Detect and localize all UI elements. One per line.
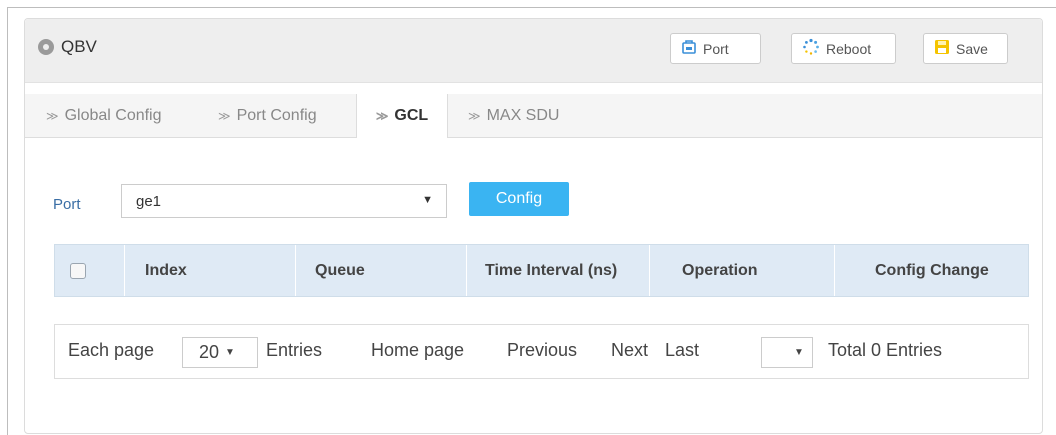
location-pin-icon (38, 39, 54, 55)
column-header-index[interactable]: Index (125, 245, 296, 296)
chevron-right-icon: ≫ (218, 108, 231, 123)
qbv-panel: QBV Port Reboot Save ≫ Global Config ≫ P… (24, 18, 1043, 434)
tab-port-config[interactable]: ≫ Port Config (218, 94, 317, 137)
dropdown-arrow-icon: ▼ (225, 347, 235, 358)
dropdown-arrow-icon: ▼ (794, 347, 804, 358)
page-size-value: 20 (199, 342, 220, 362)
page-number-select[interactable]: ▼ (761, 337, 813, 368)
chevron-right-icon: ≫ (375, 109, 389, 123)
column-header-config-change[interactable]: Config Change (835, 245, 1028, 296)
chevron-right-icon: ≫ (468, 108, 481, 123)
tab-label: MAX SDU (486, 106, 560, 124)
tab-max-sdu[interactable]: ≫ MAX SDU (468, 94, 559, 137)
config-button[interactable]: Config (469, 182, 569, 216)
next-link[interactable]: Next (611, 340, 648, 361)
tab-label: Port Config (236, 106, 317, 124)
save-button-label: Save (956, 40, 988, 57)
floppy-disk-icon (934, 39, 950, 58)
select-all-checkbox[interactable] (70, 262, 86, 279)
tab-label: Global Config (64, 106, 162, 124)
total-entries-label: Total 0 Entries (828, 340, 943, 360)
entries-label: Entries (266, 340, 323, 360)
port-button[interactable]: Port (670, 33, 761, 64)
tab-bar: ≫ Global Config ≫ Port Config ≫ GCL ≫ MA… (25, 94, 1042, 138)
save-button[interactable]: Save (923, 33, 1008, 64)
page-title: QBV (61, 37, 97, 56)
reboot-button-label: Reboot (826, 40, 872, 57)
each-page-label: Each page (68, 340, 155, 360)
port-button-label: Port (703, 40, 729, 57)
chevron-right-icon: ≫ (46, 108, 59, 123)
port-label: Port (53, 196, 81, 213)
dropdown-arrow-icon: ▼ (422, 194, 433, 206)
port-icon (681, 39, 697, 58)
pagination-bar: Each page 20 ▼ Entries Home page Previou… (54, 324, 1029, 379)
column-header-operation[interactable]: Operation (650, 245, 835, 296)
column-header-queue[interactable]: Queue (296, 245, 467, 296)
port-select-value: ge1 (136, 192, 162, 210)
gcl-table-header: Index Queue Time Interval (ns) Operation… (54, 244, 1029, 297)
page-size-select[interactable]: 20 ▼ (182, 337, 258, 368)
previous-link[interactable]: Previous (507, 340, 577, 361)
tab-label: GCL (394, 107, 429, 124)
home-page-link[interactable]: Home page (371, 340, 464, 361)
select-all-cell (55, 245, 125, 296)
tab-gcl[interactable]: ≫ GCL (356, 94, 448, 138)
tab-global-config[interactable]: ≫ Global Config (46, 94, 162, 137)
panel-header: QBV Port Reboot Save (25, 19, 1042, 83)
reboot-spinner-icon (802, 38, 820, 59)
port-select[interactable]: ge1 ▼ (121, 184, 447, 218)
last-link[interactable]: Last (665, 340, 699, 361)
column-header-time-interval[interactable]: Time Interval (ns) (467, 245, 650, 296)
reboot-button[interactable]: Reboot (791, 33, 896, 64)
